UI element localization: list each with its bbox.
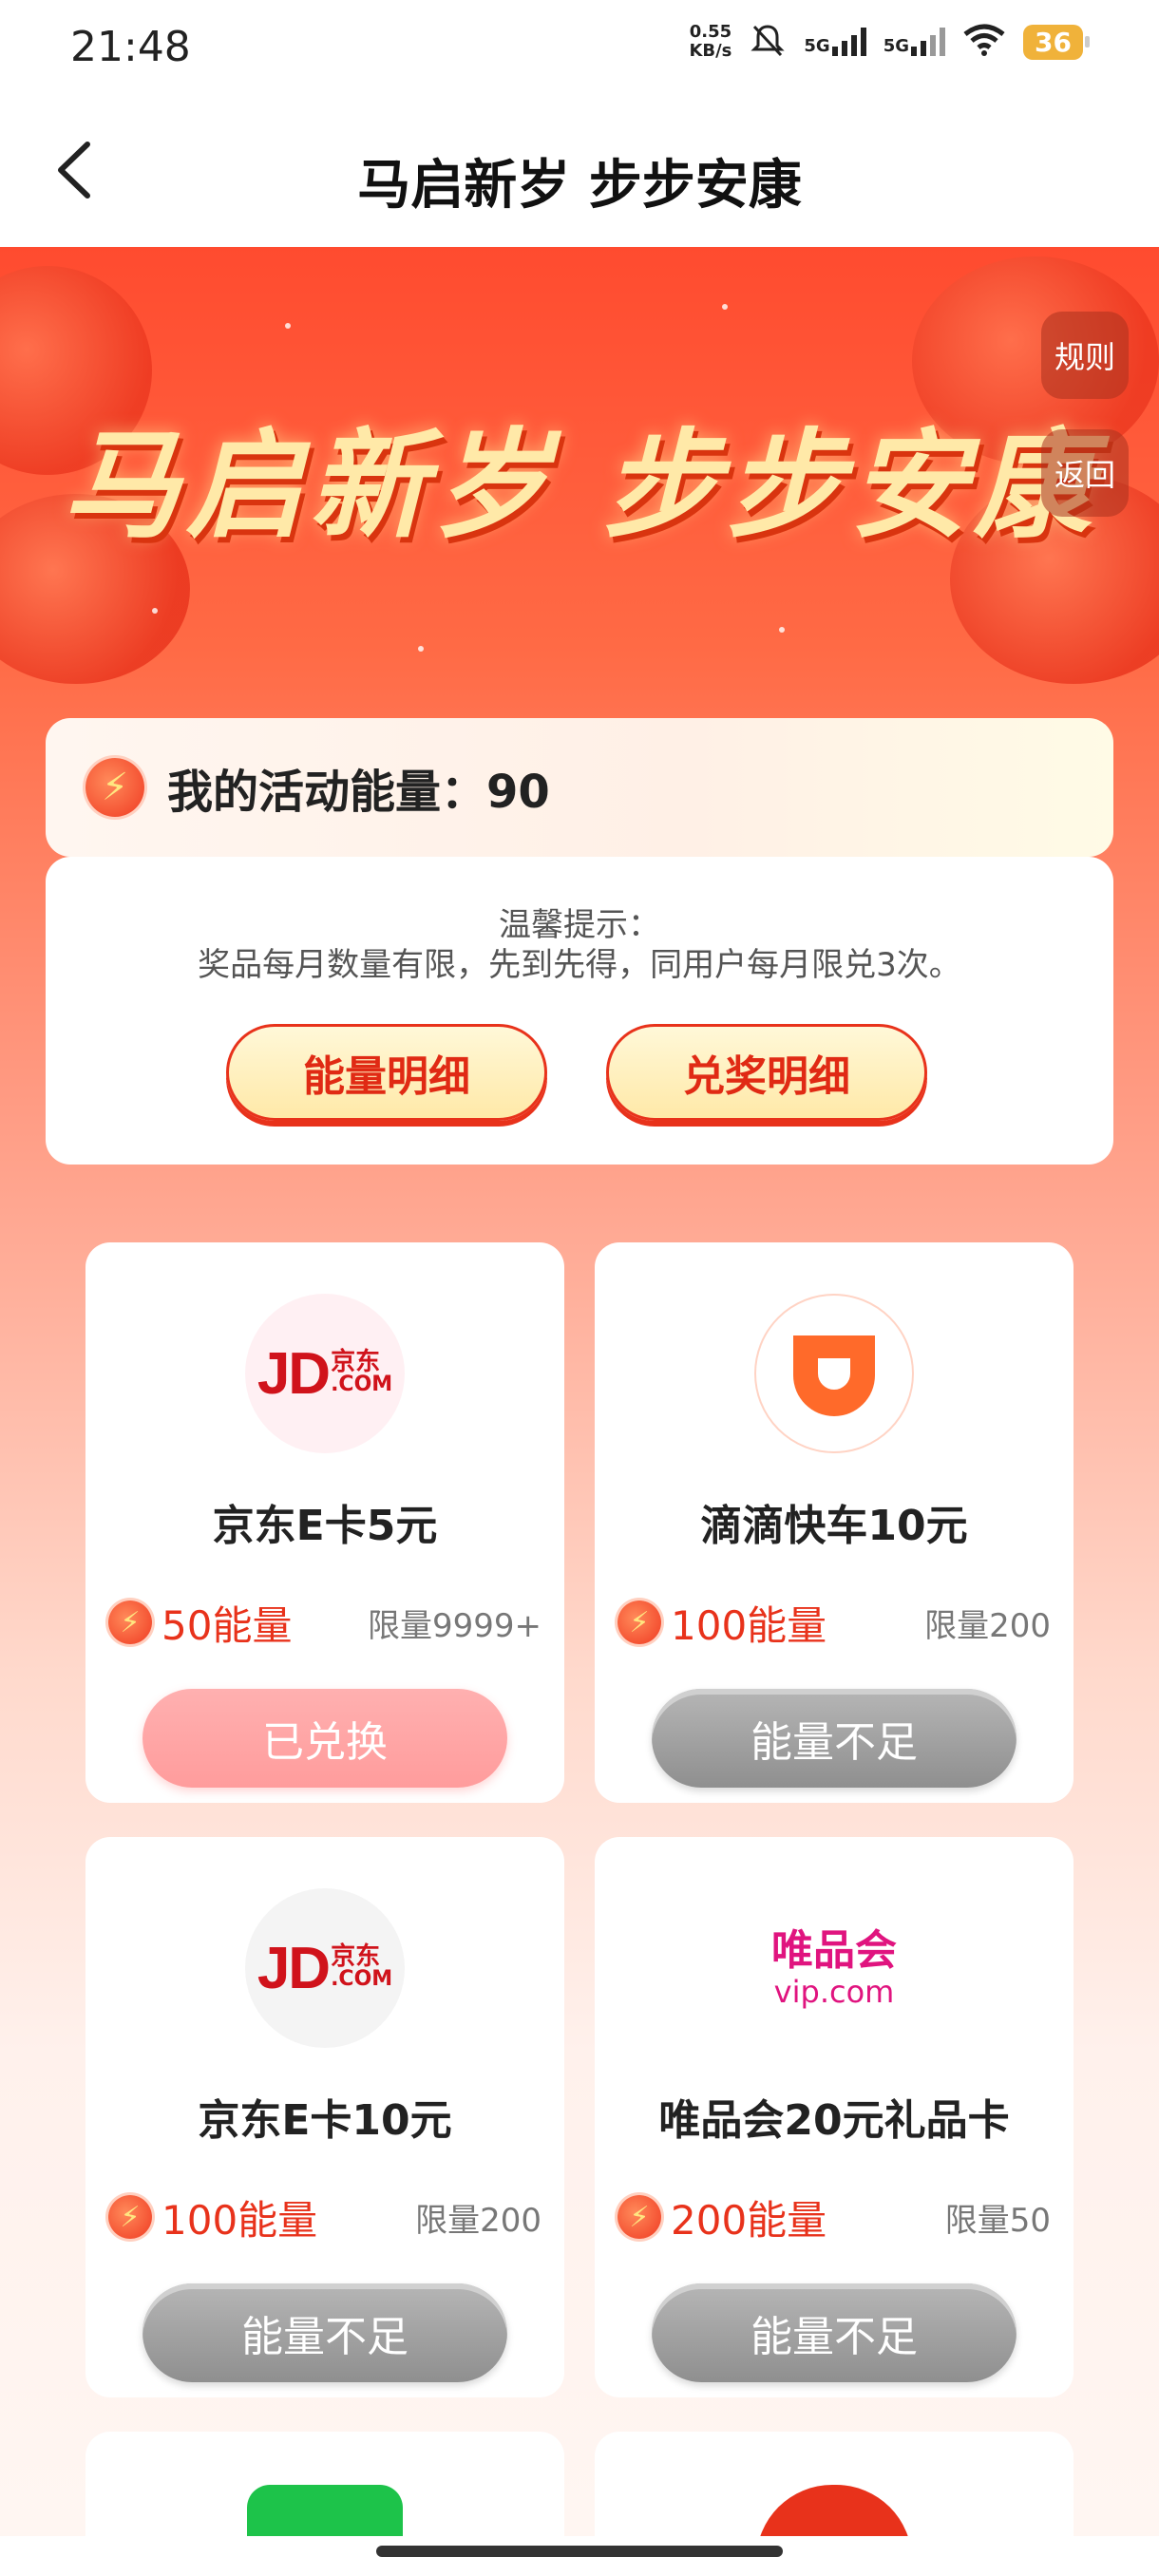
return-button[interactable]: 返回 xyxy=(1041,429,1129,517)
home-indicator[interactable] xyxy=(376,2546,783,2557)
nav-bar: 马启新岁 步步安康 xyxy=(0,95,1159,247)
prize-name: 滴滴快车10元 xyxy=(700,1502,968,1550)
insufficient-energy-button[interactable]: 能量不足 xyxy=(652,1689,1016,1788)
prize-cost-row: ⚡ 100能量 限量200 xyxy=(618,1594,1051,1651)
sim2-label: 5G xyxy=(883,36,910,56)
prize-cost: 100能量 xyxy=(671,1601,827,1649)
page-title: 马启新岁 步步安康 xyxy=(357,155,802,217)
prize-card[interactable]: 滴滴快车10元 ⚡ 100能量 限量200 能量不足 xyxy=(595,1242,1074,1803)
insufficient-energy-button[interactable]: 能量不足 xyxy=(142,2283,507,2382)
energy-card: ⚡ 我的活动能量：90 xyxy=(46,718,1113,857)
prize-card[interactable] xyxy=(595,2432,1074,2536)
prize-name: 京东E卡10元 xyxy=(198,2096,452,2145)
prize-cost: 50能量 xyxy=(162,1601,293,1649)
partial-app-logo-icon xyxy=(247,2485,403,2536)
energy-bolt-icon: ⚡ xyxy=(108,2195,152,2239)
wifi-icon xyxy=(962,23,1006,61)
prize-card[interactable] xyxy=(86,2432,564,2536)
banner: 马启新岁 步步安康 xyxy=(0,247,1159,693)
prize-limit: 限量200 xyxy=(924,1606,1051,1645)
status-icons: 0.55 KB/s 5G 5G 36 xyxy=(689,21,1090,63)
mute-icon xyxy=(749,21,787,63)
signal-sim1-icon: 5G xyxy=(804,28,866,56)
prize-name: 京东E卡5元 xyxy=(212,1502,438,1550)
battery-icon: 36 xyxy=(1023,24,1090,60)
energy-bolt-icon: ⚡ xyxy=(108,1601,152,1644)
energy-detail-button[interactable]: 能量明细 xyxy=(226,1024,547,1121)
net-speed: 0.55 KB/s xyxy=(689,23,732,61)
prize-card[interactable]: JD 京东 .COM 京东E卡5元 ⚡ 50能量 限量9999+ 已兑换 xyxy=(86,1242,564,1803)
prize-limit: 限量9999+ xyxy=(367,1606,542,1645)
prize-name: 唯品会20元礼品卡 xyxy=(658,2096,1010,2145)
prize-cost-row: ⚡ 200能量 限量50 xyxy=(618,2188,1051,2245)
tips-card: 温馨提示： 奖品每月数量有限，先到先得，同用户每月限兑3次。 能量明细 兑奖明细 xyxy=(46,857,1113,1165)
activity-page[interactable]: 马启新岁 步步安康 规则 返回 ⚡ 我的活动能量：90 温馨提示： 奖品每月数量… xyxy=(0,247,1159,2536)
rules-button[interactable]: 规则 xyxy=(1041,312,1129,399)
jd-logo-icon: JD 京东 .COM xyxy=(245,1294,405,1453)
prize-card[interactable]: JD 京东 .COM 京东E卡10元 ⚡ 100能量 限量200 能量不足 xyxy=(86,1837,564,2397)
prize-cost-row: ⚡ 100能量 限量200 xyxy=(108,2188,542,2245)
energy-bolt-icon: ⚡ xyxy=(618,1601,661,1644)
jd-logo-icon: JD 京东 .COM xyxy=(245,1888,405,2048)
tips-text: 奖品每月数量有限，先到先得，同用户每月限兑3次。 xyxy=(198,946,961,984)
insufficient-energy-button[interactable]: 能量不足 xyxy=(652,2283,1016,2382)
prize-detail-button[interactable]: 兑奖明细 xyxy=(606,1024,927,1121)
status-time: 21:48 xyxy=(70,23,191,71)
sim1-label: 5G xyxy=(804,36,830,56)
banner-title: 马启新岁 步步安康 xyxy=(62,417,1097,555)
prize-limit: 限量50 xyxy=(944,2201,1051,2240)
status-bar: 21:48 0.55 KB/s 5G 5G 36 xyxy=(0,0,1159,95)
energy-bolt-icon: ⚡ xyxy=(618,2195,661,2239)
partial-app-logo-icon xyxy=(756,2485,912,2536)
prize-cost: 200能量 xyxy=(671,2196,827,2244)
prize-limit: 限量200 xyxy=(415,2201,542,2240)
prize-cost: 100能量 xyxy=(162,2196,318,2244)
didi-logo-icon xyxy=(754,1294,914,1453)
net-speed-unit: KB/s xyxy=(689,41,732,61)
energy-balance: 我的活动能量：90 xyxy=(167,766,550,819)
prize-card[interactable]: 唯品会 vip.com 唯品会20元礼品卡 ⚡ 200能量 限量50 能量不足 xyxy=(595,1837,1074,2397)
vip-logo-icon: 唯品会 vip.com xyxy=(754,1888,914,2048)
prize-cost-row: ⚡ 50能量 限量9999+ xyxy=(108,1594,542,1651)
net-speed-value: 0.55 xyxy=(689,22,732,42)
energy-bolt-icon: ⚡ xyxy=(86,758,144,817)
signal-sim2-icon: 5G xyxy=(883,28,946,56)
redeemed-button[interactable]: 已兑换 xyxy=(142,1689,507,1788)
